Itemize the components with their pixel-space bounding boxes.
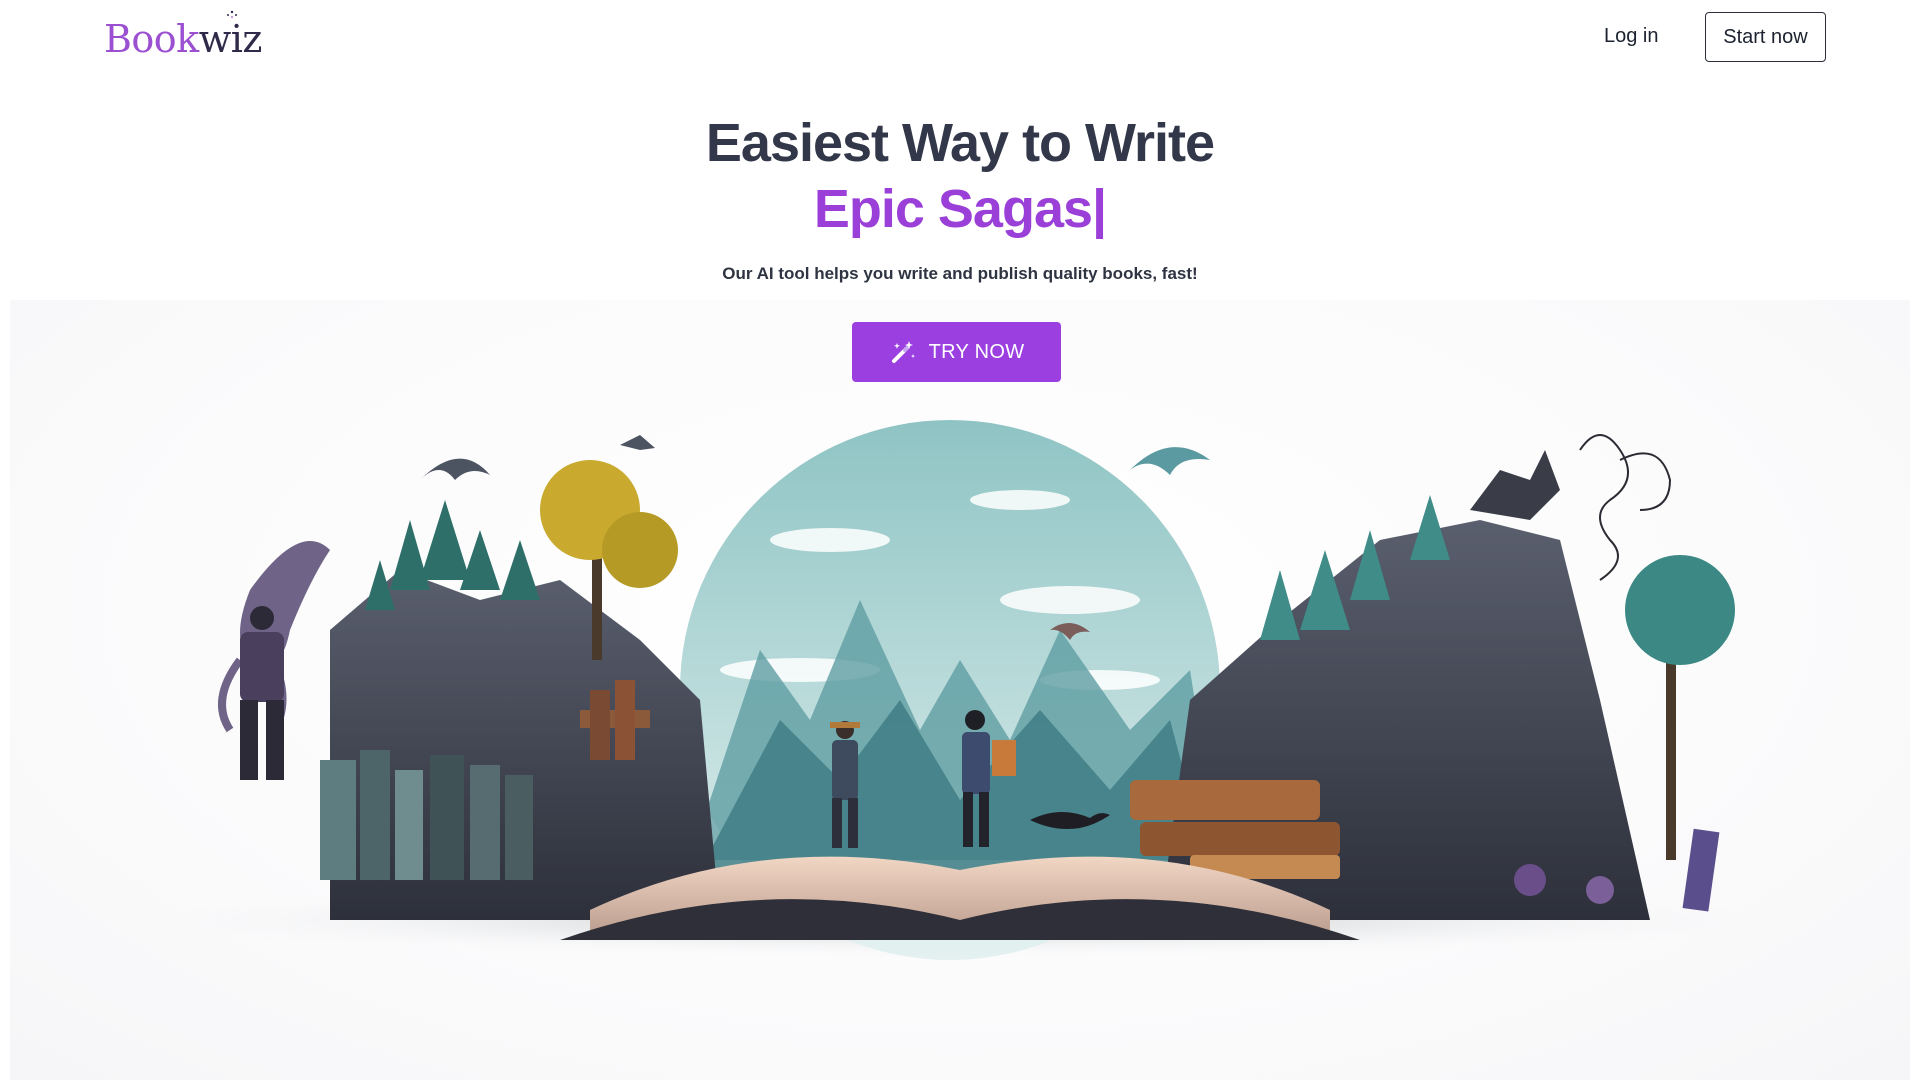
logo-text-book: Book [104, 17, 199, 61]
login-button[interactable]: Log in [1580, 16, 1683, 56]
magic-wand-icon [891, 341, 915, 363]
try-now-button[interactable]: TRY NOW [852, 322, 1061, 382]
sparkle-icon [226, 10, 237, 18]
try-now-label: TRY NOW [928, 340, 1025, 363]
hero-headline: Easiest Way to Write [705, 113, 1215, 173]
hero-subtitle: Our AI tool helps you write and publish … [722, 264, 1198, 283]
hero-illustration [80, 420, 1840, 960]
logo-text-wiz: wiz [199, 10, 262, 64]
hero-headline-accent: Epic Sagas| [813, 179, 1107, 239]
landing-page: Book wiz Log in Start now Easiest Way to… [0, 0, 1920, 1080]
start-now-button[interactable]: Start now [1705, 12, 1826, 62]
bookwiz-logo[interactable]: Book wiz [104, 10, 262, 64]
